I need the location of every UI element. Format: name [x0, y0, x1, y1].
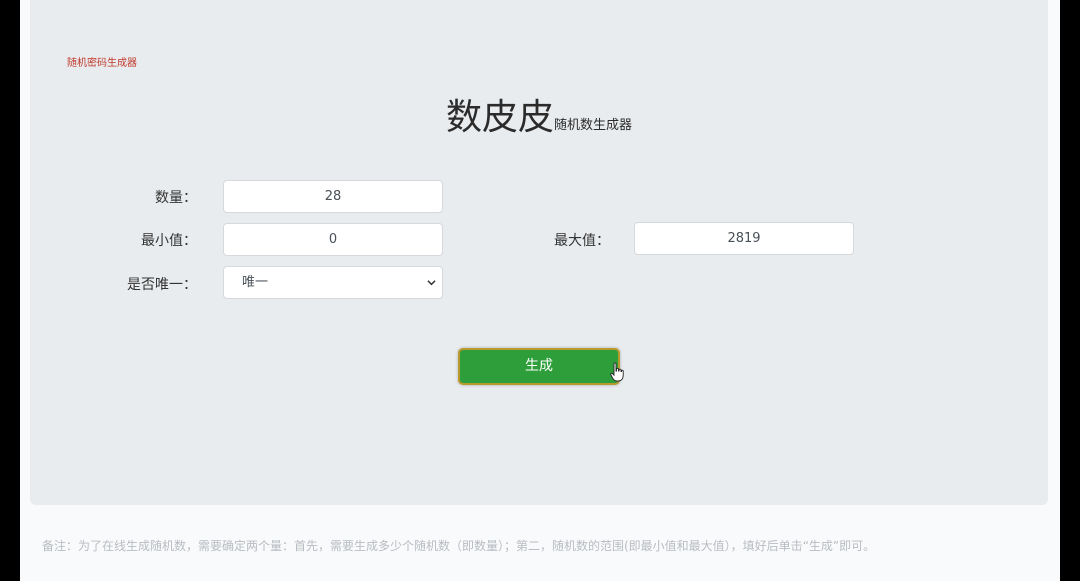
- page-title: 数皮皮随机数生成器: [30, 88, 1048, 140]
- unique-select[interactable]: 唯一: [223, 266, 443, 299]
- unique-select-value: 唯一: [242, 275, 269, 290]
- count-input[interactable]: [223, 180, 443, 213]
- min-input[interactable]: [223, 223, 443, 256]
- password-generator-link[interactable]: 随机密码生成器: [67, 54, 137, 69]
- min-label: 最小值：: [141, 233, 197, 249]
- hand-pointer-icon: [610, 362, 624, 382]
- page-title-main: 数皮皮: [445, 97, 554, 138]
- generate-button[interactable]: 生成: [458, 348, 620, 385]
- max-input[interactable]: [634, 222, 854, 255]
- chevron-down-icon: [427, 280, 436, 286]
- max-label: 最大值：: [554, 233, 610, 249]
- page: 随机密码生成器 数皮皮随机数生成器 数量： 最小值： 最大值： 是否唯一： 唯一…: [20, 0, 1060, 581]
- page-title-sub: 随机数生成器: [554, 118, 633, 133]
- generator-panel: 随机密码生成器 数皮皮随机数生成器 数量： 最小值： 最大值： 是否唯一： 唯一…: [30, 0, 1048, 505]
- unique-label: 是否唯一：: [127, 277, 197, 293]
- count-label: 数量：: [155, 190, 197, 206]
- usage-note: 备注：为了在线生成随机数，需要确定两个量：首先，需要生成多少个随机数（即数量）；…: [42, 539, 876, 553]
